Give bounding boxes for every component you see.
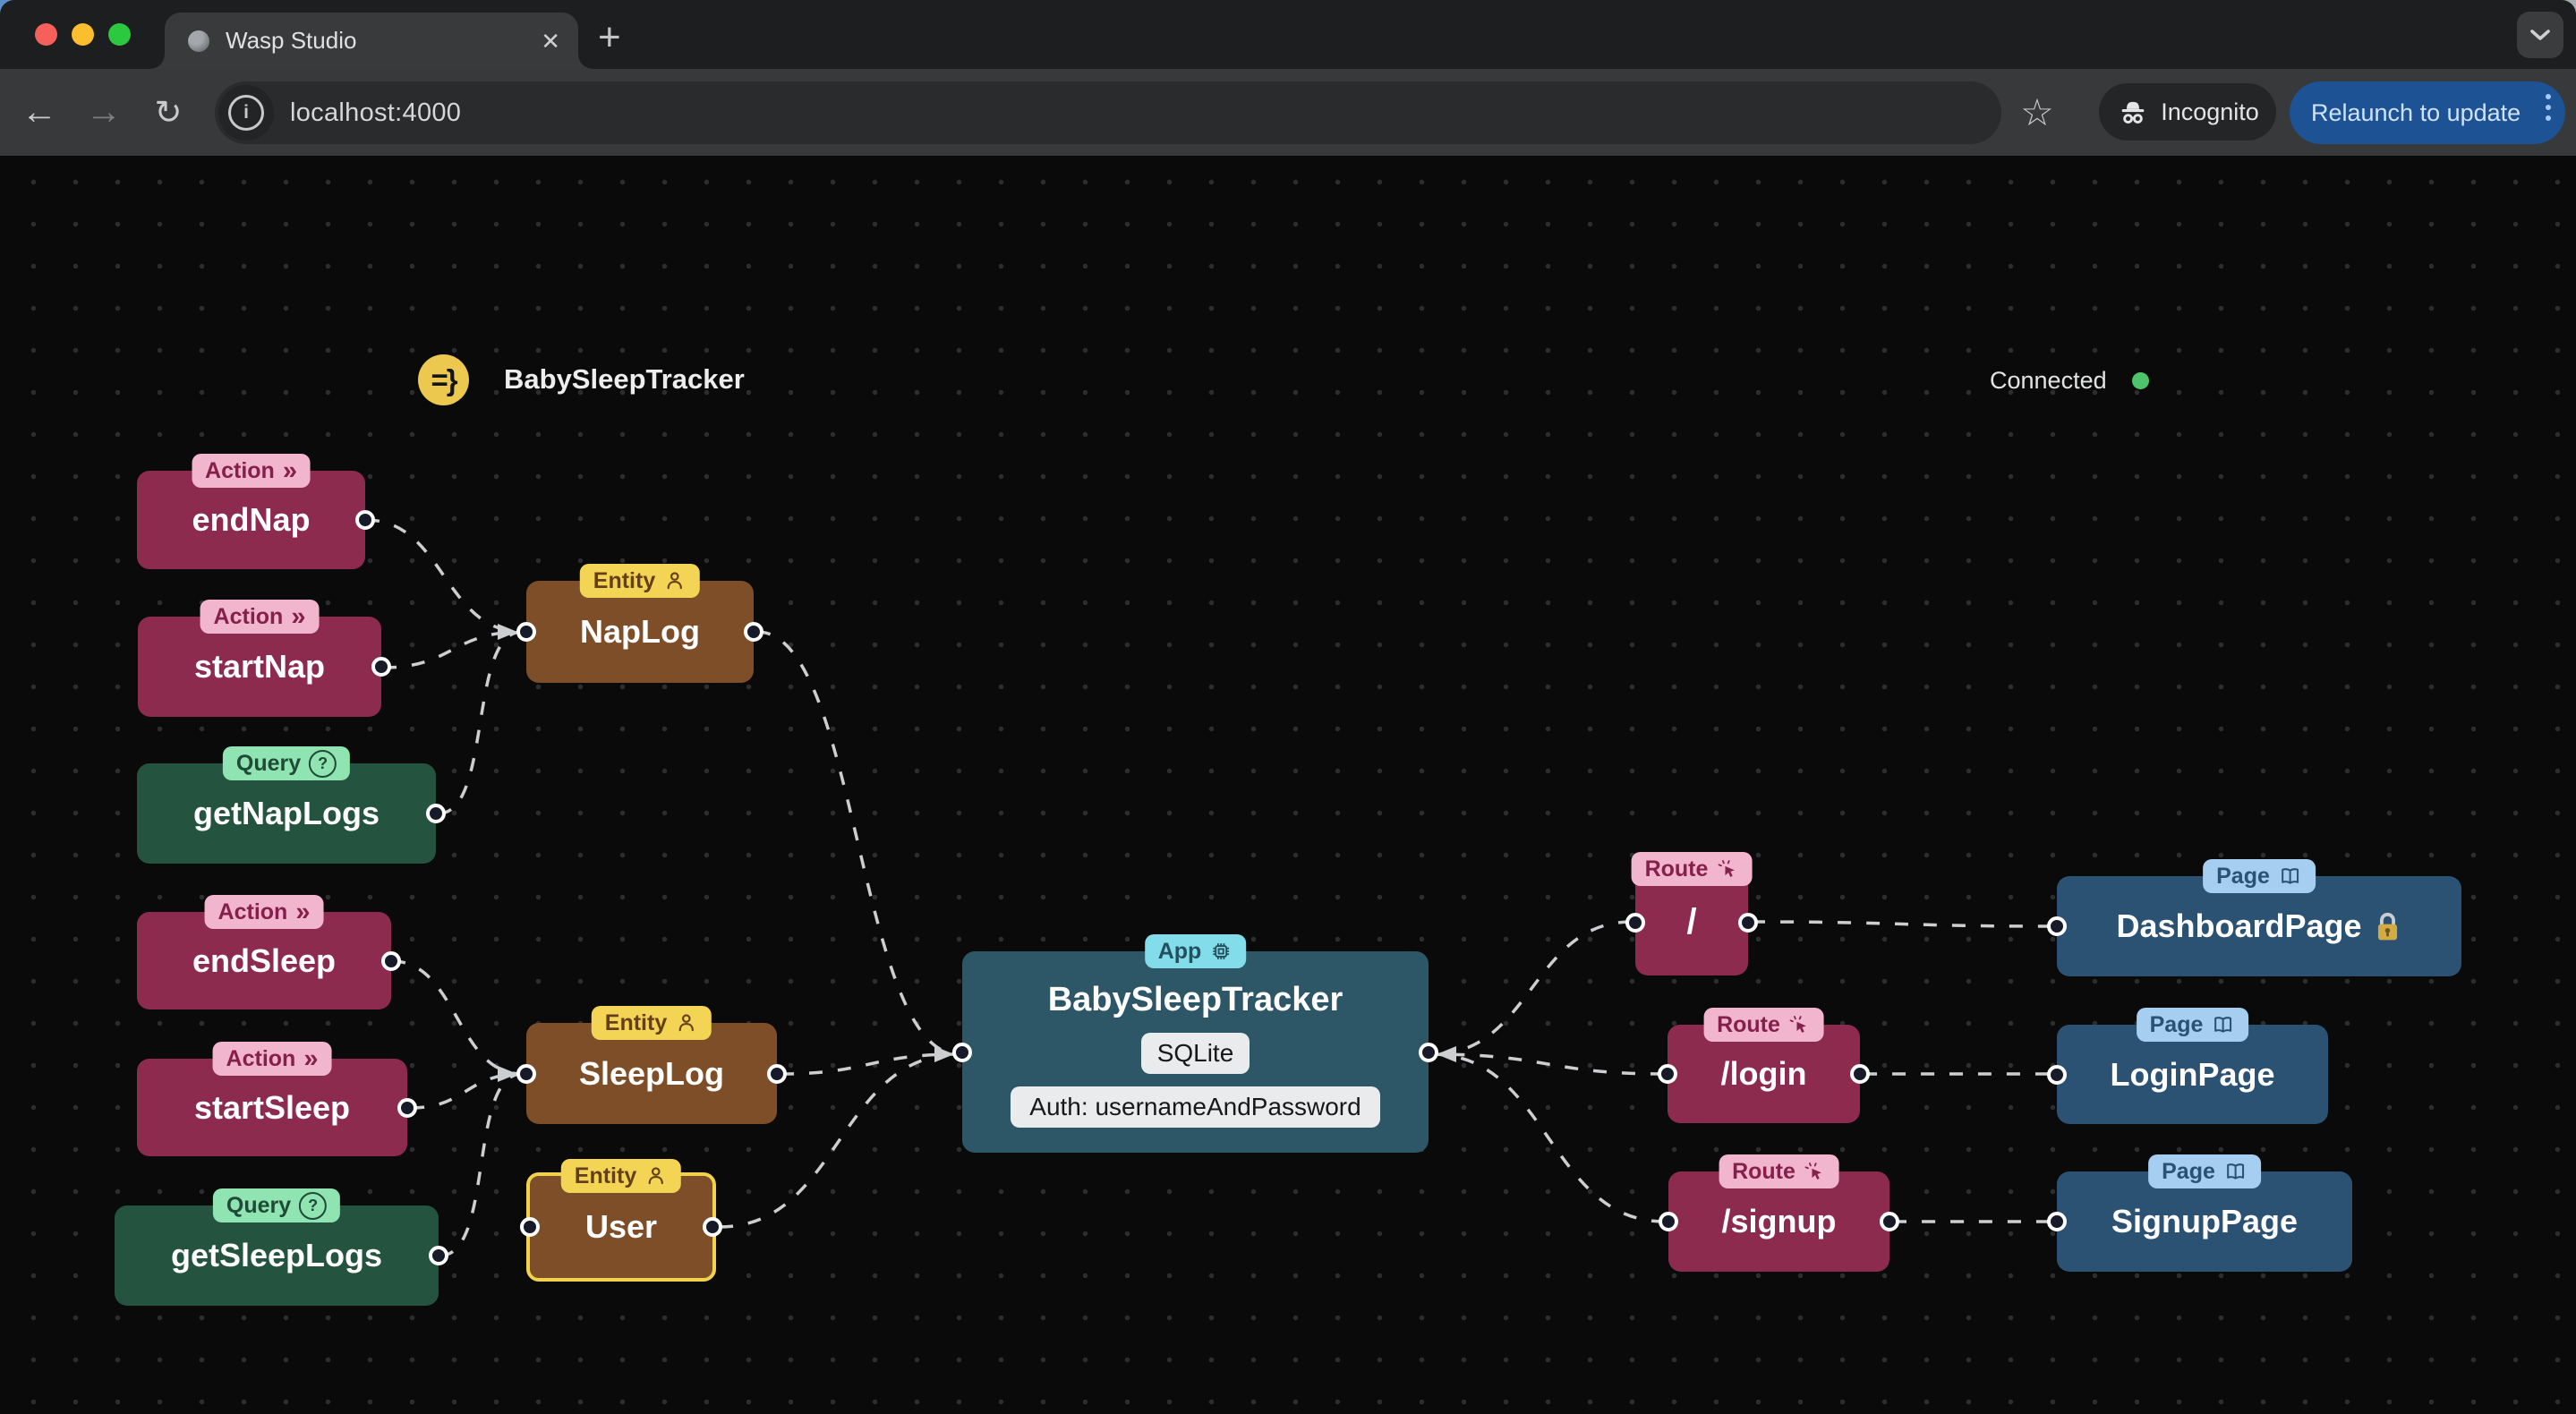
auth-pill: Auth: usernameAndPassword [1011,1086,1380,1128]
wasp-logo: =} [418,354,469,405]
query-question-icon: ? [299,1191,328,1220]
node-handle[interactable] [1625,912,1645,933]
node-handle[interactable] [952,1042,972,1062]
node-handle[interactable] [426,804,446,823]
tab-search-button[interactable] [2517,12,2563,58]
page-title: BabySleepTracker [504,363,745,395]
node-query-getNapLogs[interactable]: Query? getNapLogs [137,746,446,864]
node-handle[interactable] [516,622,536,642]
open-book-icon [2281,867,2299,884]
forward-button[interactable]: → [77,69,131,156]
node-handle[interactable] [1658,1064,1677,1084]
chip-icon [1213,943,1230,959]
node-handle[interactable] [703,1217,722,1237]
node-entity-User-selected[interactable]: Entity User [520,1159,722,1282]
macos-close-button[interactable] [35,23,57,46]
action-chevrons-icon: » [303,1043,319,1073]
tab-favicon-globe-icon [188,30,209,52]
open-book-icon [2214,1016,2232,1033]
node-handle[interactable] [381,950,401,971]
macos-zoom-button[interactable] [108,23,131,46]
person-icon [668,572,683,590]
node-handle[interactable] [516,1063,536,1084]
node-handle[interactable] [1659,1212,1678,1231]
node-handle[interactable] [744,622,763,642]
node-entity-SleepLog[interactable]: Entity SleepLog [516,1006,787,1124]
node-action-endSleep[interactable]: Action» endSleep [137,895,401,1009]
node-route-signup[interactable]: Route /signup [1659,1154,1899,1272]
node-page-LoginPage[interactable]: Page LoginPage [2047,1008,2328,1124]
wasp-studio-canvas[interactable]: =} BabySleepTracker Connected Action» en… [0,156,2576,1414]
tab-close-icon[interactable]: ✕ [541,30,560,53]
site-info-button[interactable]: i [218,85,274,141]
connection-status: Connected [1990,367,2107,394]
node-handle[interactable] [1850,1064,1870,1084]
address-bar[interactable]: i localhost:4000 [215,81,2001,144]
browser-menu-icon[interactable] [2546,94,2551,121]
incognito-icon [2121,101,2145,124]
back-button[interactable]: ← [13,69,66,156]
node-handle[interactable] [2047,1064,2067,1085]
browser-tab[interactable]: Wasp Studio ✕ [150,13,593,69]
chevron-down-icon [2530,30,2550,40]
node-page-SignupPage[interactable]: Page SignupPage [2047,1154,2352,1272]
bookmark-star-icon[interactable]: ☆ [2016,69,2059,156]
node-handle[interactable] [520,1217,540,1237]
macos-minimize-button[interactable] [72,23,94,46]
node-handle[interactable] [2047,916,2067,936]
tab-strip: Wasp Studio ✕ + [0,0,2576,69]
person-icon [649,1167,664,1185]
node-handle[interactable] [355,510,375,530]
incognito-label: Incognito [2161,98,2259,125]
node-action-startSleep[interactable]: Action» startSleep [137,1042,417,1156]
relaunch-to-update-button[interactable]: Relaunch to update [2290,81,2565,144]
node-handle[interactable] [1880,1212,1899,1231]
action-chevrons-icon: » [295,897,311,926]
node-handle[interactable] [767,1063,787,1084]
node-app-BabySleepTracker[interactable]: App BabySleepTracker SQLite Auth: userna… [952,934,1438,1153]
node-route-root[interactable]: Route / [1625,852,1758,975]
node-action-startNap[interactable]: Action» startNap [138,600,391,717]
node-page-DashboardPage[interactable]: Page DashboardPage [2047,859,2461,976]
reload-button[interactable]: ↻ [141,69,195,156]
node-handle[interactable] [1419,1042,1438,1062]
lock-icon [2377,912,2397,940]
new-tab-button[interactable]: + [598,15,621,60]
connection-status-dot [2132,372,2149,389]
app-node-title: BabySleepTracker [1047,980,1343,1018]
cursor-click-icon [1789,1015,1807,1033]
cursor-click-icon [1718,859,1735,877]
url-text[interactable]: localhost:4000 [290,98,461,128]
info-icon: i [228,95,264,131]
node-handle[interactable] [397,1097,417,1118]
node-query-getSleepLogs[interactable]: Query? getSleepLogs [115,1188,448,1306]
node-entity-NapLog[interactable]: Entity NapLog [516,564,763,683]
action-chevrons-icon: » [282,456,297,485]
cursor-click-icon [1804,1162,1822,1180]
node-handle[interactable] [2047,1212,2067,1231]
node-handle[interactable] [429,1246,448,1265]
database-pill: SQLite [1140,1032,1250,1074]
action-chevrons-icon: » [291,601,306,631]
node-action-endNap[interactable]: Action» endNap [137,454,375,569]
browser-window: Wasp Studio ✕ + ← → ↻ i localhost:4000 ☆ [0,0,2576,1414]
browser-toolbar: ← → ↻ i localhost:4000 ☆ Incognito Relau… [0,69,2576,156]
person-icon [679,1014,695,1032]
node-handle[interactable] [371,657,391,677]
query-question-icon: ? [309,749,337,778]
tab-title: Wasp Studio [226,27,357,54]
incognito-badge: Incognito [2099,83,2276,141]
node-handle[interactable] [1738,912,1758,933]
open-book-icon [2226,1163,2244,1180]
node-route-login[interactable]: Route /login [1658,1008,1870,1123]
